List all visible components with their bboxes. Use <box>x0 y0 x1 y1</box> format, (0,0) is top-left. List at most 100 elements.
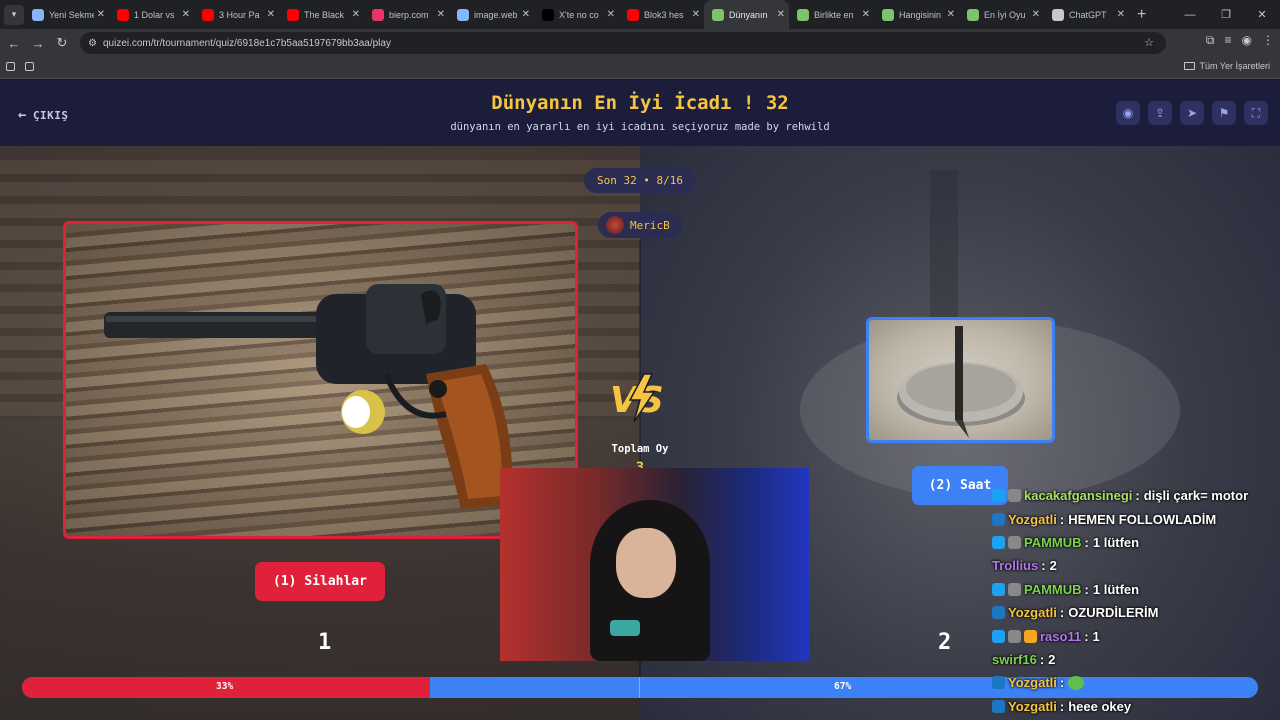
browser-tab[interactable]: 1 Dolar vs ✕ <box>109 0 194 29</box>
eye-icon[interactable]: ◉ <box>1116 101 1140 125</box>
tab-label: 1 Dolar vs <box>134 9 175 20</box>
webcam-overlay <box>500 468 809 661</box>
browser-tab[interactable]: Dünyanın ✕ <box>704 0 789 29</box>
chat-badge-icon <box>1008 489 1021 503</box>
browser-tab[interactable]: Hangisinin ✕ <box>874 0 959 29</box>
tab-favicon-icon <box>542 8 554 21</box>
chat-username: Yozgatli <box>1008 511 1057 527</box>
apps-icon[interactable] <box>6 62 15 71</box>
chat-message: raso11:1 <box>992 624 1278 647</box>
tab-close-icon[interactable]: ✕ <box>1032 9 1040 20</box>
bookmark-star-icon[interactable]: ☆ <box>1144 36 1154 49</box>
chat-badge-icon <box>1024 629 1037 643</box>
tab-label: Dünyanın <box>729 9 768 20</box>
chat-message: PAMMUB:1 lütfen <box>992 531 1278 554</box>
tab-favicon-icon <box>967 8 979 21</box>
browser-tab[interactable]: Yeni Sekme ✕ <box>24 0 109 29</box>
browser-tab[interactable]: image.web ✕ <box>449 0 534 29</box>
chat-separator: : <box>1059 698 1065 714</box>
tab-close-icon[interactable]: ✕ <box>777 9 785 20</box>
tab-close-icon[interactable]: ✕ <box>862 9 870 20</box>
chat-text: 2 <box>1048 651 1056 667</box>
chat-text: 1 lütfen <box>1092 581 1140 597</box>
option1-number: 1 <box>318 630 332 655</box>
avatar <box>606 216 624 234</box>
quiz-title: Dünyanın En İyi İcadı ! 32 <box>491 92 789 114</box>
tab-favicon-icon <box>117 8 129 21</box>
site-info-icon[interactable]: ⚙ <box>88 38 97 49</box>
chat-text: HEMEN FOLLOWLADİM <box>1068 511 1217 527</box>
tab-close-icon[interactable]: ✕ <box>607 9 615 20</box>
browser-tab[interactable]: En İyi Oyu ✕ <box>959 0 1044 29</box>
tab-favicon-icon <box>457 8 469 21</box>
chat-separator: : <box>1059 675 1065 691</box>
restore-button[interactable]: ❐ <box>1208 8 1244 21</box>
tab-close-icon[interactable]: ✕ <box>692 9 700 20</box>
browser-tab[interactable]: bierp.com ✕ <box>364 0 449 29</box>
option2-number: 2 <box>938 630 952 655</box>
chat-username: raso11 <box>1040 628 1082 644</box>
tab-close-icon[interactable]: ✕ <box>947 9 955 20</box>
tab-close-icon[interactable]: ✕ <box>352 9 360 20</box>
tab-label: Birlikte en <box>814 9 854 20</box>
reload-button[interactable]: ↻ <box>50 35 74 51</box>
extensions-icon[interactable]: ⧉ <box>1206 33 1215 48</box>
browser-tab[interactable]: X'te no co ✕ <box>534 0 619 29</box>
tab-favicon-icon <box>1052 8 1064 21</box>
menu-icon[interactable]: ⋮ <box>1262 33 1274 48</box>
chat-text: 1 <box>1092 628 1100 644</box>
chat-username: Trollius <box>992 558 1039 574</box>
tab-close-icon[interactable]: ✕ <box>437 9 445 20</box>
back-button[interactable]: ← <box>2 36 26 51</box>
media-icon[interactable]: ≡ <box>1225 33 1232 48</box>
browser-tab[interactable]: ChatGPT ✕ <box>1044 0 1129 29</box>
option1-button[interactable]: (1) Silahlar <box>255 562 385 601</box>
vs-icon: VS <box>610 373 664 423</box>
forward-button[interactable]: → <box>26 36 50 51</box>
tab-label: En İyi Oyu <box>984 9 1026 20</box>
url-text: quizei.com/tr/tournament/quiz/6918e1c7b5… <box>102 37 391 49</box>
tab-close-icon[interactable]: ✕ <box>97 9 105 20</box>
chat-badge-icon <box>1008 535 1021 549</box>
chat-text: dişli çark= motor <box>1143 488 1249 504</box>
tab-label: The Black <box>304 9 345 20</box>
new-tab-button[interactable]: + <box>1137 6 1146 24</box>
chat-badge-icon <box>992 629 1005 643</box>
browser-tab[interactable]: The Black ✕ <box>279 0 364 29</box>
chat-username: Yozgatli <box>1008 605 1057 621</box>
chat-message: swirf16:2 <box>992 648 1278 671</box>
tab-close-icon[interactable]: ✕ <box>267 9 275 20</box>
tab-favicon-icon <box>372 8 384 21</box>
chat-message: Yozgatli: <box>992 671 1278 694</box>
minimize-button[interactable]: — <box>1172 9 1208 21</box>
profile-icon[interactable]: ◉ <box>1242 33 1252 48</box>
share-icon[interactable]: ⇪ <box>1148 101 1172 125</box>
option2-image[interactable] <box>866 317 1055 443</box>
tab-label: bierp.com <box>389 9 429 20</box>
send-icon[interactable]: ➤ <box>1180 101 1204 125</box>
browser-tab[interactable]: Blok3 hes ✕ <box>619 0 704 29</box>
tab-favicon-icon <box>712 8 724 21</box>
round-badge: Son 32 • 8/16 <box>584 168 696 193</box>
chat-separator: : <box>1084 581 1089 597</box>
browser-tab[interactable]: Birlikte en ✕ <box>789 0 874 29</box>
grid-icon[interactable] <box>25 62 34 71</box>
browser-tab[interactable]: 3 Hour Pa ✕ <box>194 0 279 29</box>
all-bookmarks-button[interactable]: Tüm Yer İşaretleri <box>1184 61 1270 71</box>
chat-text: heee okey <box>1068 698 1132 714</box>
close-window-button[interactable]: ✕ <box>1244 8 1280 21</box>
flag-icon[interactable]: ⚑ <box>1212 101 1236 125</box>
url-field[interactable]: ⚙ quizei.com/tr/tournament/quiz/6918e1c7… <box>80 32 1166 54</box>
tab-close-icon[interactable]: ✕ <box>1117 9 1125 20</box>
quiz-page: ← ÇIKIŞ Dünyanın En İyi İcadı ! 32 dünya… <box>0 80 1280 720</box>
chat-message: kacakafgansinegi: dişli çark= motor <box>992 484 1278 507</box>
tab-search-button[interactable]: ▾ <box>4 4 24 25</box>
chat-separator: : <box>1084 534 1089 550</box>
user-name: MericB <box>630 218 670 232</box>
chat-username: kacakafgansinegi <box>1024 488 1133 504</box>
fullscreen-icon[interactable]: ⛶ <box>1244 101 1268 125</box>
quiz-header: ← ÇIKIŞ Dünyanın En İyi İcadı ! 32 dünya… <box>0 80 1280 146</box>
tab-close-icon[interactable]: ✕ <box>522 9 530 20</box>
chat-message: Yozgatli: heee okey <box>992 695 1278 718</box>
tab-close-icon[interactable]: ✕ <box>182 9 190 20</box>
